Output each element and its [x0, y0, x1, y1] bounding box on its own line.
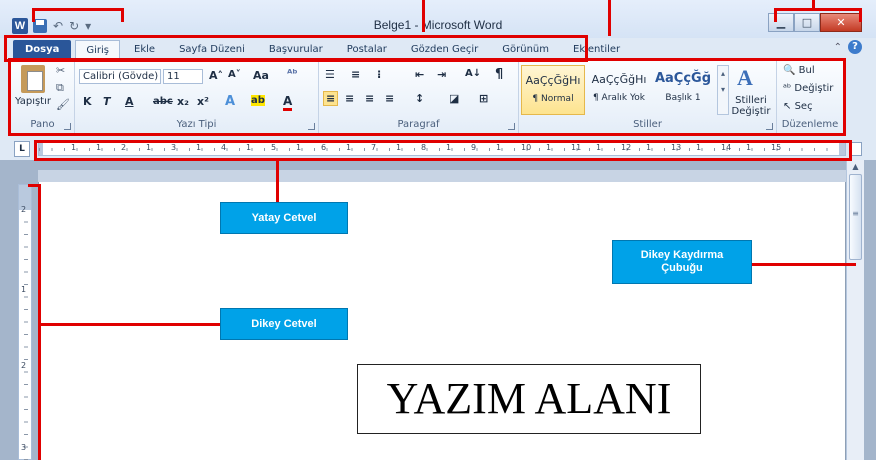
annotation-line — [121, 8, 124, 22]
title-bar: W ↶ ↻ ▾ Belge1 - Microsoft Word ▁ □ ✕ — [0, 0, 876, 38]
vertical-ruler-number: 2 — [21, 361, 27, 370]
annotation-line — [32, 8, 124, 11]
window-controls: ▁ □ ✕ — [768, 13, 862, 32]
annotation-line — [859, 8, 862, 22]
minimize-button[interactable]: ▁ — [768, 13, 794, 32]
vertical-ruler-ticks — [24, 210, 28, 460]
vertical-ruler-number: 3 — [21, 443, 27, 452]
annotation-line — [752, 263, 856, 266]
scrollbar-thumb[interactable]: ≡ — [849, 174, 862, 260]
vertical-ruler-number: 2 — [21, 205, 27, 214]
page-top-shadow — [38, 170, 846, 182]
annotation-box-horizontal-ruler — [34, 140, 852, 161]
annotation-line — [40, 323, 220, 326]
vertical-scrollbar[interactable]: ▲ ≡ — [846, 160, 864, 460]
close-button[interactable]: ✕ — [820, 13, 862, 32]
annotation-line — [422, 0, 425, 32]
annotation-line — [774, 8, 862, 11]
window-title: Belge1 - Microsoft Word — [373, 18, 503, 32]
vertical-ruler-number: 1 — [21, 285, 27, 294]
vertical-ruler[interactable]: 2 1 2 3 — [18, 184, 32, 460]
annotation-line — [774, 8, 777, 22]
annotation-line — [812, 0, 815, 9]
scroll-up-icon[interactable]: ▲ — [847, 160, 864, 174]
callout-vertical-ruler: Dikey Cetvel — [220, 308, 348, 340]
callout-vertical-scrollbar: Dikey Kaydırma Çubuğu — [612, 240, 752, 284]
maximize-button[interactable]: □ — [794, 13, 820, 32]
annotation-line — [608, 0, 611, 36]
tab-selector-button[interactable]: L — [14, 141, 30, 157]
annotation-box-ribbon — [8, 58, 846, 136]
annotation-line — [38, 184, 41, 460]
callout-horizontal-ruler: Yatay Cetvel — [220, 202, 348, 234]
annotation-line — [276, 160, 279, 202]
help-icon[interactable]: ? — [848, 40, 862, 54]
collapse-ribbon-icon[interactable]: ⌃ — [834, 42, 842, 53]
annotation-line — [28, 184, 41, 187]
writing-area-label: YAZIM ALANI — [357, 364, 701, 434]
